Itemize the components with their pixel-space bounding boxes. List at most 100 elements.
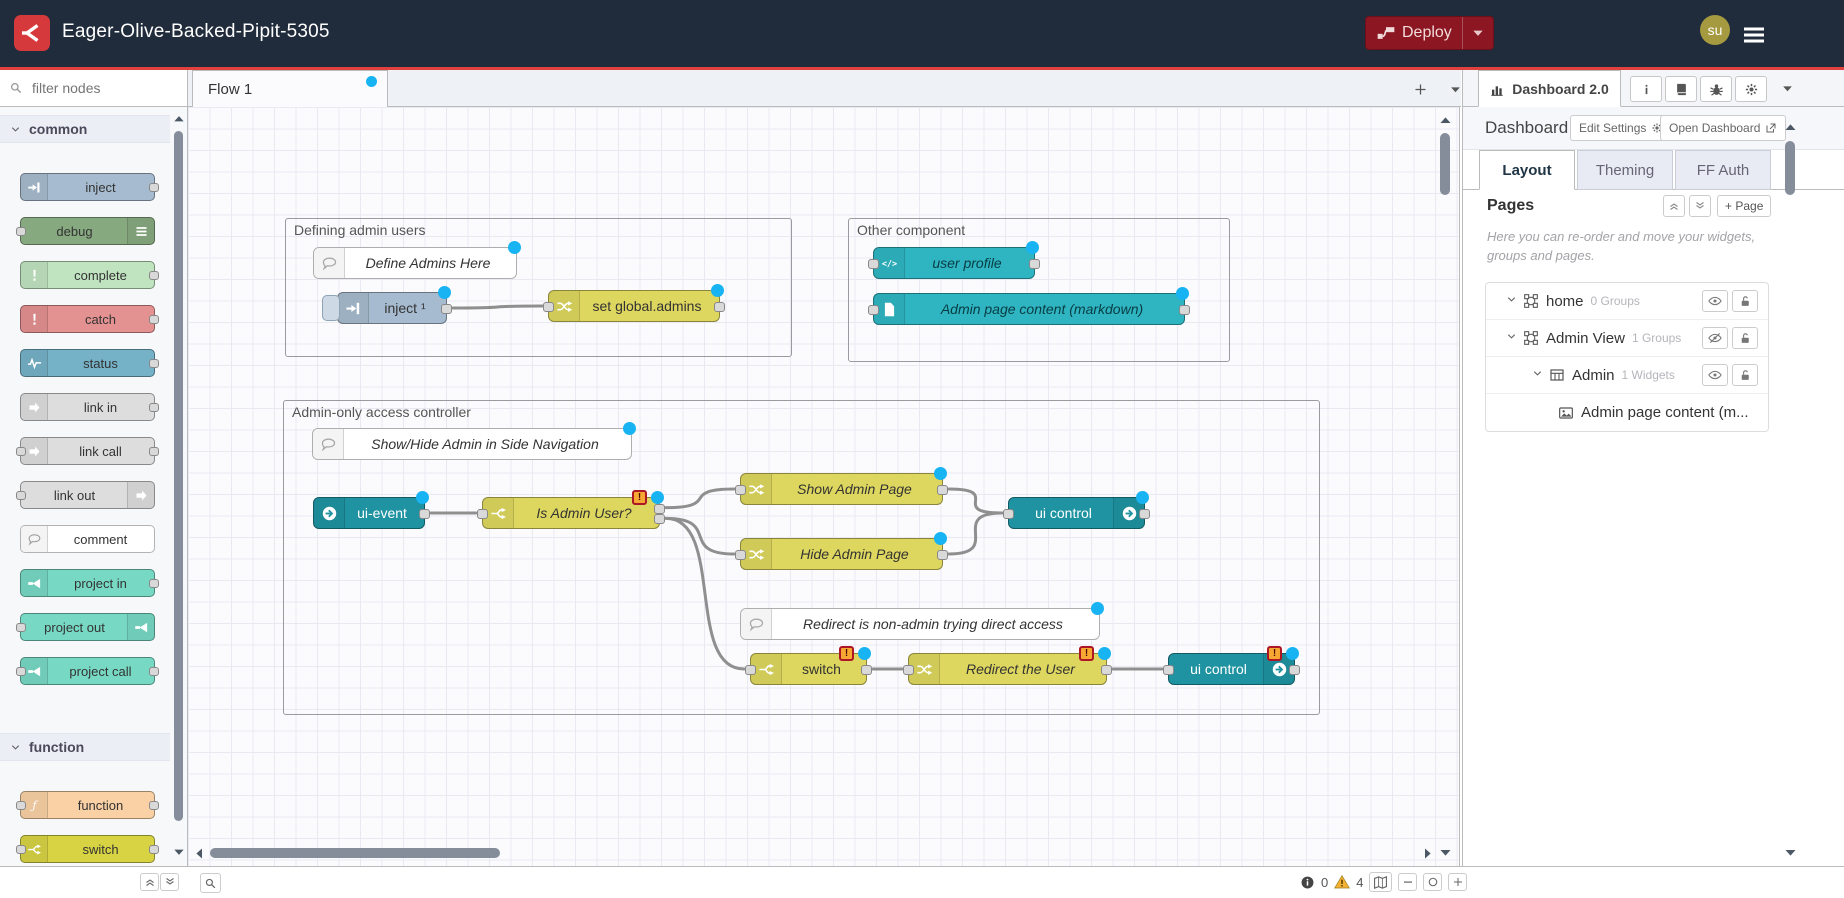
node-output-port[interactable] [1029,259,1040,269]
flow-node-ui-control-2[interactable]: ui control! [1168,653,1295,685]
node-output-port[interactable] [149,447,159,456]
flow-group-other-component[interactable]: Other component [848,218,1230,362]
visibility-toggle-button[interactable] [1702,327,1728,349]
node-input-port[interactable] [16,845,26,854]
canvas-vscrollbar-thumb[interactable] [1440,133,1450,195]
help-tab-button[interactable] [1665,76,1697,102]
debug-tab-button[interactable] [1700,76,1732,102]
node-output-port[interactable] [149,271,159,280]
node-output-port[interactable] [654,504,665,514]
canvas-hscrollbar-thumb[interactable] [210,848,500,858]
node-output-port[interactable] [654,514,665,524]
zoom-in-button[interactable] [1448,873,1467,891]
node-output-port[interactable] [149,801,159,810]
tree-row-admin-page-content-m-[interactable]: Admin page content (m... [1486,394,1768,431]
tree-expand-icon[interactable] [1506,292,1517,310]
palette-node-project-in[interactable]: project in [20,569,155,597]
node-input-port[interactable] [868,259,879,269]
flow-node-user-profile[interactable]: </>user profile [873,247,1035,279]
lock-toggle-button[interactable] [1732,290,1758,312]
collapse-all-button[interactable] [1663,195,1685,217]
flow-node-switch[interactable]: switch! [750,653,867,685]
palette-node-project-out[interactable]: project out [20,613,155,641]
config-tab-button[interactable] [1735,76,1767,102]
sidebar-scroll-down-icon[interactable] [1783,845,1798,860]
node-input-port[interactable] [16,623,26,632]
flow-node-inject[interactable]: inject ¹ [337,292,447,324]
node-input-port[interactable] [868,305,879,315]
deploy-button[interactable]: Deploy [1365,16,1494,50]
flow-node-hide-admin[interactable]: Hide Admin Page [740,538,943,570]
canvas-scroll-right-icon[interactable] [1420,846,1435,861]
edit-settings-button[interactable]: Edit Settings [1570,115,1672,141]
zoom-out-button[interactable] [1398,873,1417,891]
node-input-port[interactable] [1163,665,1174,675]
inject-trigger-button[interactable] [322,295,340,321]
node-input-port[interactable] [16,227,26,236]
flow-node-admin-content[interactable]: Admin page content (markdown) [873,293,1185,325]
node-output-port[interactable] [149,579,159,588]
lock-toggle-button[interactable] [1732,327,1758,349]
node-output-port[interactable] [441,304,452,314]
add-flow-button[interactable] [1409,78,1431,100]
subtab-ff-auth[interactable]: FF Auth [1675,150,1771,190]
node-input-port[interactable] [16,447,26,456]
flow-node-set-admins[interactable]: set global.admins [548,290,720,322]
tree-expand-icon[interactable] [1506,329,1517,347]
palette-node-complete[interactable]: complete [20,261,155,289]
node-input-port[interactable] [16,667,26,676]
canvas-scroll-down-icon[interactable] [1438,845,1453,860]
canvas-scroll-left-icon[interactable] [192,846,207,861]
flow-node-show-admin[interactable]: Show Admin Page [740,473,943,505]
info-tab-button[interactable] [1630,76,1662,102]
visibility-toggle-button[interactable] [1702,290,1728,312]
comment-node-comment1[interactable]: Define Admins Here [313,247,517,279]
palette-search-input[interactable] [30,79,164,97]
palette-node-status[interactable]: status [20,349,155,377]
palette-node-debug[interactable]: debug [20,217,155,245]
node-output-port[interactable] [149,845,159,854]
flow-node-ui-event[interactable]: ui-event [313,497,425,529]
sidebar-menu-icon[interactable] [1781,82,1794,95]
user-avatar[interactable]: su [1700,15,1730,45]
node-output-port[interactable] [1139,509,1150,519]
palette-scroll-up-icon[interactable] [172,112,186,126]
node-output-port[interactable] [149,183,159,192]
node-output-port[interactable] [1101,665,1112,675]
search-flows-button[interactable] [200,873,221,893]
palette-node-link-in[interactable]: link in [20,393,155,421]
sidebar-scroll-up-icon[interactable] [1783,120,1798,135]
node-output-port[interactable] [149,403,159,412]
node-input-port[interactable] [477,509,488,519]
canvas-scroll-up-icon[interactable] [1438,113,1453,128]
visibility-toggle-button[interactable] [1702,364,1728,386]
main-menu-icon[interactable] [1742,23,1766,44]
flow-node-is-admin[interactable]: Is Admin User?! [482,497,660,529]
node-input-port[interactable] [1003,509,1014,519]
tree-expand-icon[interactable] [1532,366,1543,384]
add-page-button[interactable]: + Page [1717,195,1771,217]
comment-node-comment2[interactable]: Show/Hide Admin in Side Navigation [312,428,632,460]
node-output-port[interactable] [861,665,872,675]
deploy-menu-button[interactable] [1463,26,1493,40]
subtab-layout[interactable]: Layout [1479,150,1575,190]
tree-row-home[interactable]: home0 Groups [1486,283,1768,320]
palette-collapse-all-button[interactable] [140,873,159,891]
node-input-port[interactable] [543,302,554,312]
palette-node-project-call[interactable]: project call [20,657,155,685]
palette-category-common[interactable]: common [0,115,170,143]
open-dashboard-button[interactable]: Open Dashboard [1660,115,1786,141]
palette-search[interactable] [0,70,188,107]
node-input-port[interactable] [903,665,914,675]
node-output-port[interactable] [714,302,725,312]
node-output-port[interactable] [149,359,159,368]
node-input-port[interactable] [16,801,26,810]
palette-node-switch[interactable]: switch [20,835,155,863]
node-input-port[interactable] [745,665,756,675]
sidebar-scrollbar-thumb[interactable] [1785,141,1795,195]
tab-flow-1[interactable]: Flow 1 [192,70,388,107]
node-output-port[interactable] [1179,305,1190,315]
palette-expand-all-button[interactable] [160,873,179,891]
palette-scroll-down-icon[interactable] [172,845,186,859]
palette-node-link-out[interactable]: link out [20,481,155,509]
